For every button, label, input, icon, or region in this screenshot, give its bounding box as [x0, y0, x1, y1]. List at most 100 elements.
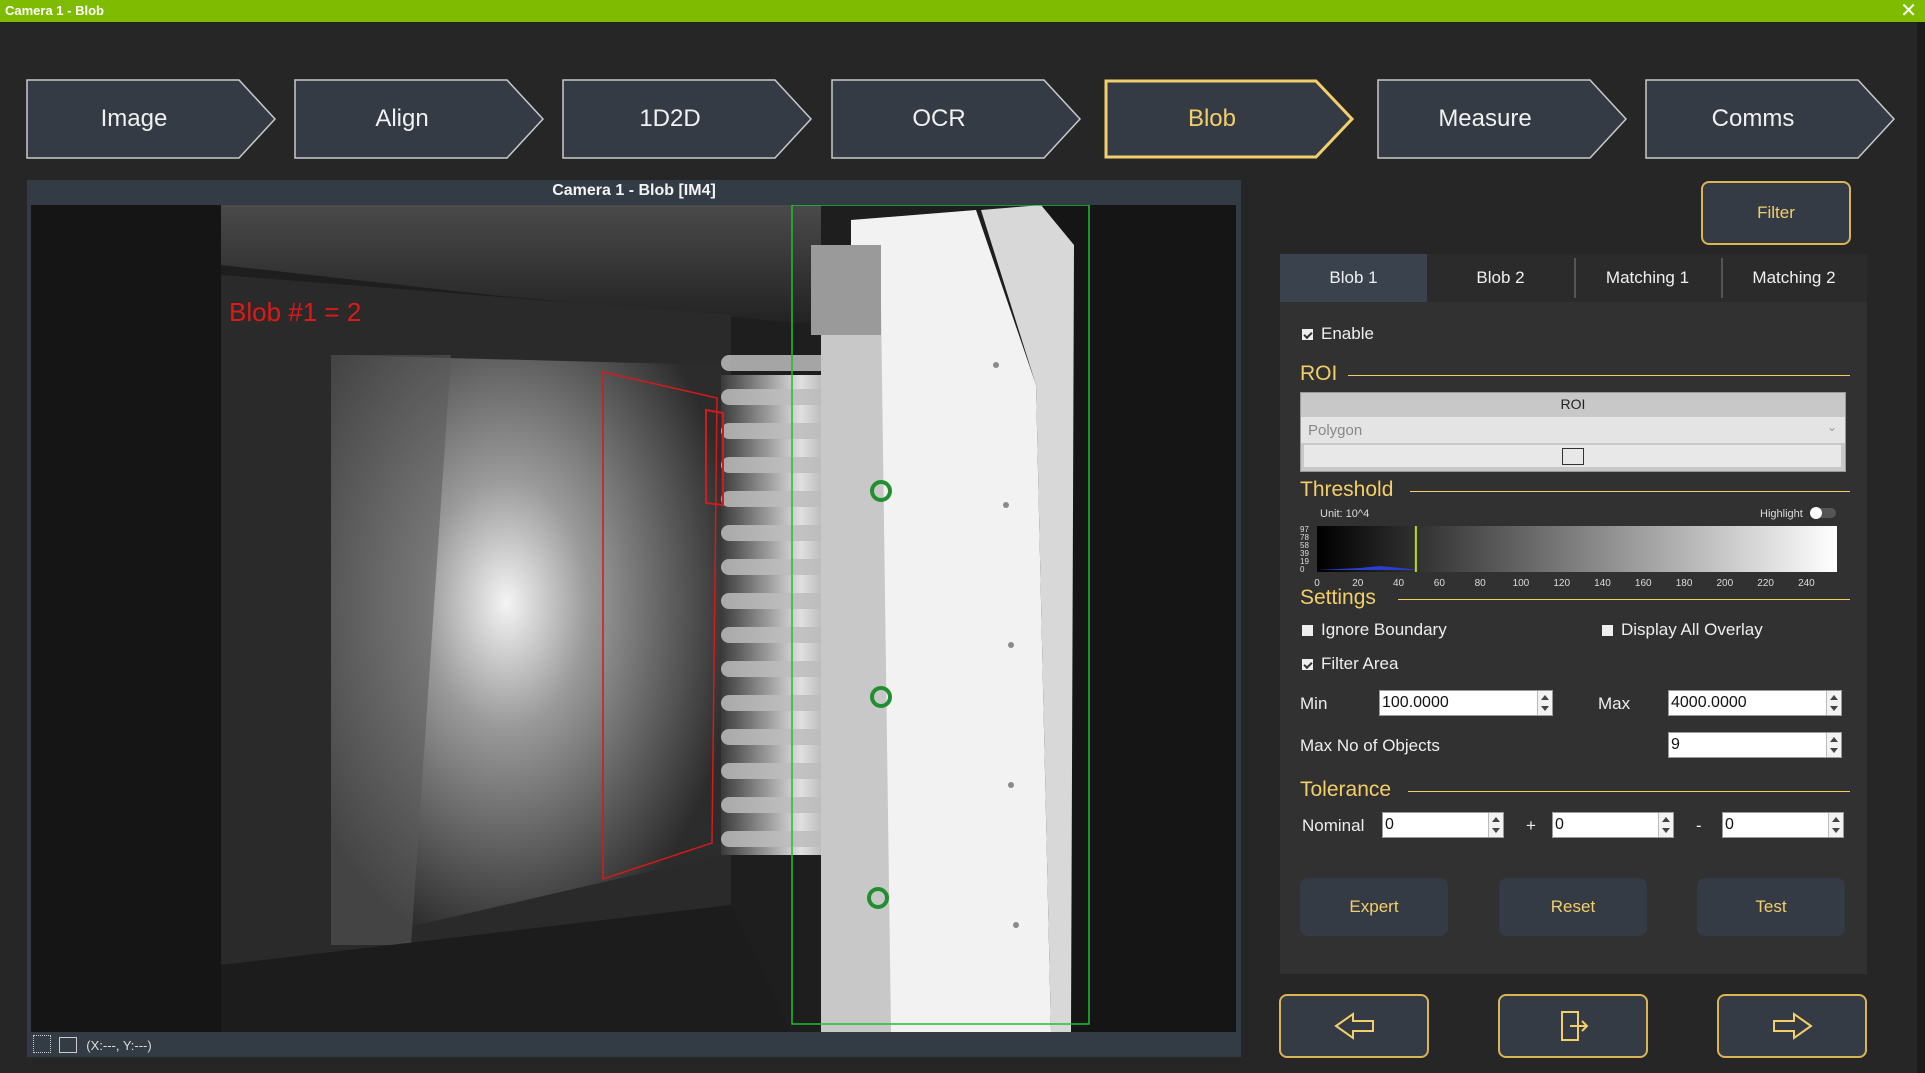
toggle-switch — [1809, 507, 1836, 519]
plus-tolerance-value: 0 — [1555, 816, 1564, 833]
image-icon[interactable] — [58, 1037, 77, 1053]
roi-section-title: ROI — [1300, 362, 1338, 385]
roi-edit-button[interactable] — [1304, 445, 1841, 467]
roi-box: ROI Polygon ⌄ — [1300, 392, 1846, 472]
threshold-histogram[interactable]: 97785839190 0 20 40 60 80 100 120 140 160 180 200 2… — [1300, 524, 1860, 594]
test-button[interactable]: Test — [1697, 878, 1845, 936]
max-objects-value: 9 — [1671, 736, 1680, 753]
plus-label: + — [1526, 816, 1536, 835]
tab-label: Matching 1 — [1605, 268, 1690, 287]
spinner-icon[interactable] — [1828, 813, 1843, 837]
spinner-icon[interactable] — [1658, 813, 1673, 837]
highlight-label: Highlight — [1760, 508, 1803, 520]
step-label: Image — [100, 105, 168, 132]
divider — [1410, 491, 1850, 492]
arrow-left-icon — [1334, 1012, 1374, 1040]
tab-label: Blob 2 — [1476, 268, 1525, 287]
step-comms[interactable]: Comms — [1645, 79, 1895, 159]
minus-tolerance-value: 0 — [1725, 816, 1734, 833]
checkbox-box — [1302, 659, 1313, 670]
ignore-boundary-label: Ignore Boundary — [1321, 620, 1447, 639]
settings-section-header: Settings — [1300, 586, 1850, 610]
divider — [1348, 375, 1850, 376]
roi-shape-select[interactable]: Polygon ⌄ — [1301, 417, 1845, 443]
arrow-right-icon — [1773, 1012, 1813, 1040]
settings-section-title: Settings — [1300, 586, 1376, 609]
display-all-overlay-checkbox[interactable]: Display All Overlay — [1602, 620, 1763, 640]
step-blob[interactable]: Blob — [1104, 79, 1354, 159]
enable-label: Enable — [1321, 324, 1374, 343]
chevron-down-icon: ⌄ — [1826, 420, 1837, 434]
step-label: 1D2D — [639, 105, 701, 132]
threshold-section-title: Threshold — [1300, 478, 1394, 501]
nominal-label: Nominal — [1302, 816, 1365, 835]
checkbox-box — [1302, 329, 1313, 340]
camera-image-drawing — [221, 205, 1090, 1032]
exit-door-icon — [1561, 1011, 1589, 1041]
step-ocr[interactable]: OCR — [831, 79, 1081, 159]
tab-matching-1[interactable]: Matching 1 — [1574, 254, 1721, 302]
filter-button[interactable]: Filter — [1701, 181, 1851, 245]
exit-button[interactable] — [1498, 994, 1648, 1058]
roi-header: ROI — [1560, 396, 1586, 412]
tab-blob-1[interactable]: Blob 1 — [1280, 254, 1427, 302]
display-all-overlay-label: Display All Overlay — [1621, 620, 1763, 639]
window-title: Camera 1 - Blob — [5, 3, 104, 18]
step-measure[interactable]: Measure — [1377, 79, 1627, 159]
nominal-input[interactable]: 0 — [1382, 812, 1504, 838]
step-label: OCR — [912, 105, 966, 132]
tab-bar: Blob 1 Blob 2 Matching 1 Matching 2 — [1280, 254, 1867, 302]
camera-image[interactable]: Blob #1 = 2 — [31, 205, 1236, 1032]
ignore-boundary-checkbox[interactable]: Ignore Boundary — [1302, 620, 1447, 640]
max-objects-label: Max No of Objects — [1300, 736, 1440, 755]
tolerance-section-title: Tolerance — [1300, 778, 1392, 801]
max-label: Max — [1598, 694, 1631, 713]
min-area-value: 100.0000 — [1382, 694, 1449, 711]
divider — [1408, 791, 1850, 792]
max-objects-input[interactable]: 9 — [1668, 732, 1842, 758]
min-area-input[interactable]: 100.0000 — [1379, 690, 1553, 716]
settings-panel: Blob 1 Blob 2 Matching 1 Matching 2 Enab… — [1280, 254, 1867, 974]
checkbox-box — [1602, 625, 1613, 636]
tab-blob-2[interactable]: Blob 2 — [1427, 254, 1574, 302]
enable-checkbox[interactable]: Enable — [1302, 324, 1374, 344]
y-tick-label: 0 — [1300, 565, 1305, 574]
close-icon[interactable]: ✕ — [1900, 0, 1917, 22]
fit-icon[interactable] — [33, 1035, 51, 1053]
spinner-icon[interactable] — [1537, 691, 1552, 715]
expert-button[interactable]: Expert — [1300, 878, 1448, 936]
divider — [1398, 599, 1850, 600]
step-label: Comms — [1711, 105, 1795, 132]
threshold-section-header: Threshold — [1300, 478, 1850, 502]
step-label: Blob — [1187, 105, 1237, 132]
camera-view: Camera 1 - Blob [IM4] Blob #1 = 2 (X:---… — [27, 180, 1241, 1057]
tab-label: Matching 2 — [1752, 268, 1836, 287]
title-bar: Camera 1 - Blob ✕ — [0, 0, 1925, 22]
spinner-icon[interactable] — [1826, 733, 1841, 757]
step-align[interactable]: Align — [294, 79, 544, 159]
filter-area-checkbox[interactable]: Filter Area — [1302, 654, 1398, 674]
blob-result-overlay: Blob #1 = 2 — [229, 297, 362, 327]
spinner-icon[interactable] — [1488, 813, 1503, 837]
previous-button[interactable] — [1279, 994, 1429, 1058]
reset-button[interactable]: Reset — [1499, 878, 1647, 936]
spinner-icon[interactable] — [1826, 691, 1841, 715]
next-button[interactable] — [1717, 994, 1867, 1058]
step-1d2d[interactable]: 1D2D — [562, 79, 812, 159]
step-image[interactable]: Image — [26, 79, 276, 159]
threshold-marker — [1414, 526, 1417, 572]
camera-view-title: Camera 1 - Blob [IM4] — [552, 182, 716, 199]
minus-tolerance-input[interactable]: 0 — [1722, 812, 1844, 838]
highlight-toggle[interactable]: Highlight — [1760, 507, 1836, 520]
roi-section-header: ROI — [1300, 362, 1850, 386]
tab-matching-2[interactable]: Matching 2 — [1721, 254, 1867, 302]
max-area-input[interactable]: 4000.0000 — [1668, 690, 1842, 716]
roi-shape-value: Polygon — [1308, 422, 1363, 439]
plus-tolerance-input[interactable]: 0 — [1552, 812, 1674, 838]
checkbox-box — [1302, 625, 1313, 636]
status-bar: (X:---, Y:---) — [33, 1035, 152, 1055]
tolerance-section-header: Tolerance — [1300, 778, 1850, 802]
cursor-coordinates: (X:---, Y:---) — [86, 1038, 152, 1053]
step-label: Measure — [1438, 105, 1532, 132]
max-area-value: 4000.0000 — [1671, 694, 1747, 711]
